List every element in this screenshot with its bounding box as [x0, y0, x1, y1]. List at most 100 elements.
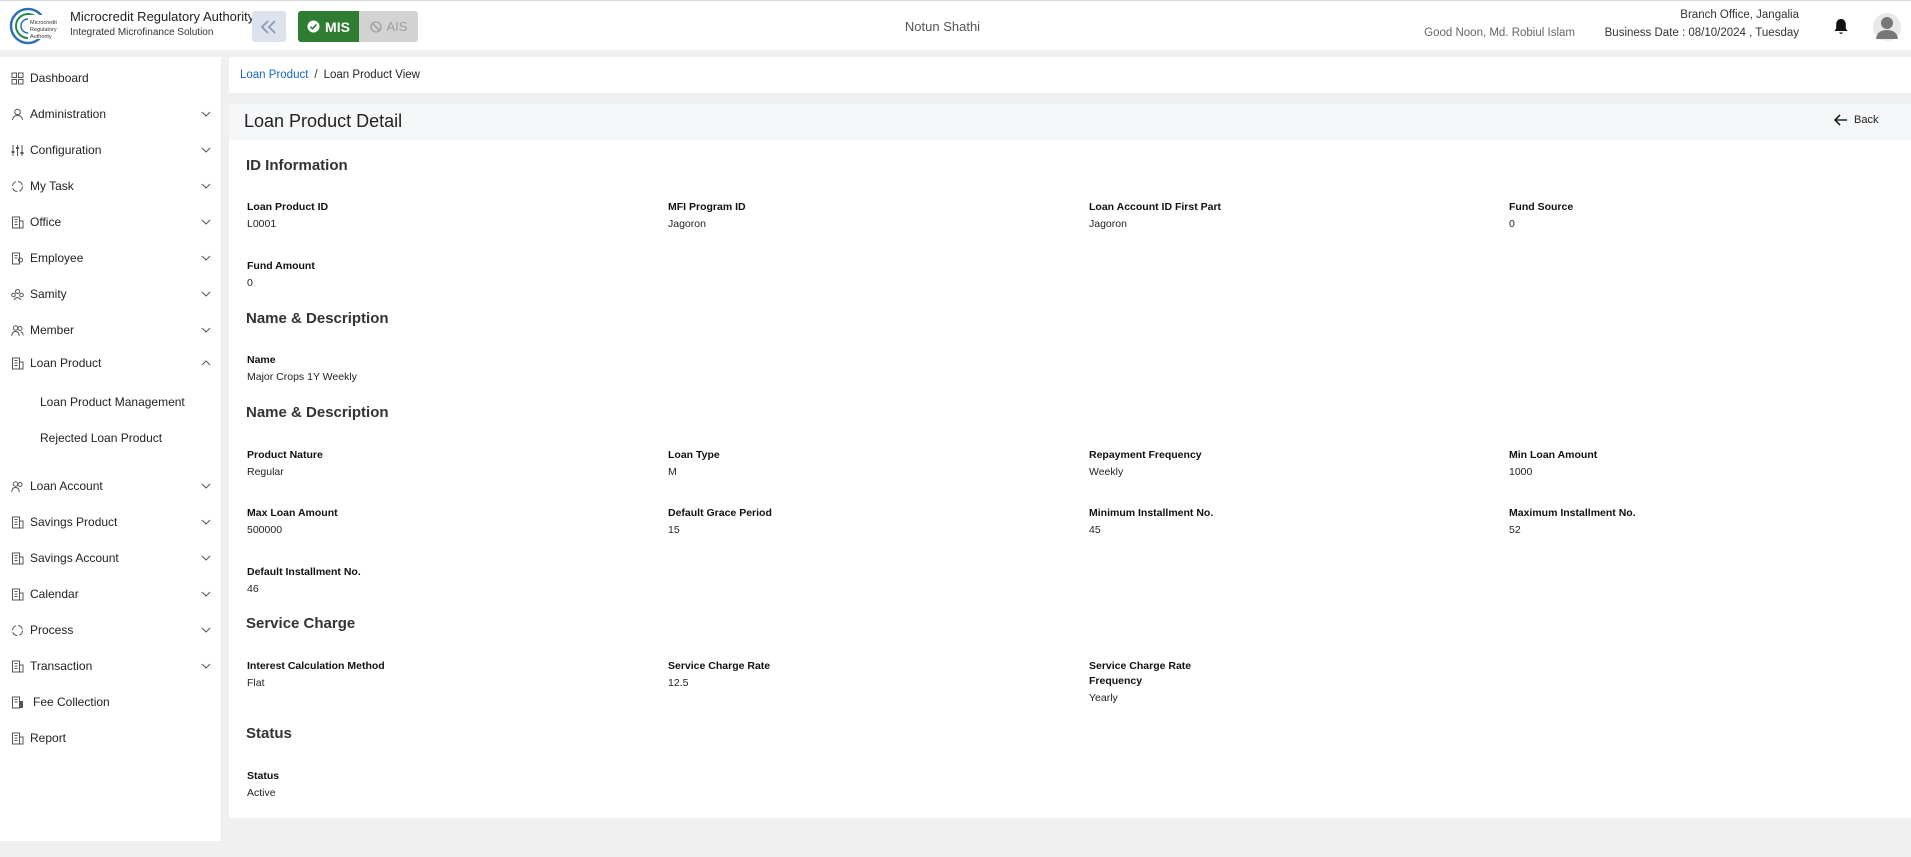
- transaction-icon: [12, 660, 24, 672]
- field-value: L0001: [247, 218, 277, 230]
- field-mfi-program-id: MFI Program ID Jagoron: [668, 200, 746, 231]
- chevron-up-icon: [201, 360, 211, 366]
- sidebar-item-my-task[interactable]: My Task: [0, 171, 221, 201]
- field-repayment-frequency: Repayment Frequency Weekly: [1089, 448, 1202, 479]
- field-loan-type: Loan Type M: [668, 448, 720, 479]
- sidebar-item-dashboard[interactable]: Dashboard: [0, 63, 221, 93]
- double-chevron-left-icon: [260, 19, 276, 34]
- svg-text:Regulatory: Regulatory: [30, 27, 57, 33]
- sidebar-item-employee[interactable]: Employee: [0, 243, 221, 273]
- branch-office: Branch Office, Jangalia: [1680, 9, 1799, 21]
- ais-mode-button[interactable]: AIS: [359, 11, 418, 42]
- business-date: Business Date : 08/10/2024 , Tuesday: [1604, 27, 1799, 39]
- field-loan-account-id-first-part: Loan Account ID First Part Jagoron: [1089, 200, 1221, 231]
- sidebar-item-administration[interactable]: Administration: [0, 99, 221, 129]
- sidebar-item-process[interactable]: Process: [0, 615, 221, 645]
- loan-product-icon: [12, 357, 24, 369]
- back-button[interactable]: Back: [1834, 114, 1878, 126]
- field-label: Max Loan Amount: [247, 507, 338, 519]
- bell-icon[interactable]: [1833, 18, 1849, 36]
- field-loan-product-id: Loan Product ID L0001: [247, 200, 328, 231]
- office-icon: [12, 216, 24, 228]
- field-fund-amount: Fund Amount 0: [247, 259, 315, 290]
- field-service-charge-rate-frequency: Service Charge Rate Frequency Yearly: [1089, 659, 1209, 705]
- field-value: 15: [668, 524, 680, 536]
- sidebar-item-calendar[interactable]: Calendar: [0, 579, 221, 609]
- sidebar-item-configuration[interactable]: Configuration: [0, 135, 221, 165]
- field-service-charge-rate: Service Charge Rate 12.5: [668, 659, 770, 690]
- chevron-down-icon: [201, 255, 211, 261]
- breadcrumb-separator: /: [314, 69, 318, 81]
- sidebar-item-label: Savings Product: [30, 515, 118, 529]
- field-value: 46: [247, 583, 259, 595]
- sidebar-item-member[interactable]: Member: [0, 315, 221, 345]
- sidebar-item-label: Dashboard: [30, 71, 89, 85]
- user-avatar-icon[interactable]: [1873, 13, 1901, 41]
- sidebar-subitem-rejected-loan-product[interactable]: Rejected Loan Product: [40, 426, 162, 450]
- field-value: Yearly: [1089, 692, 1118, 704]
- dashboard-icon: [11, 72, 24, 84]
- field-value: 0: [247, 277, 253, 289]
- section-title-name-description-2: Name & Description: [246, 404, 389, 421]
- field-interest-calculation-method: Interest Calculation Method Flat: [247, 659, 385, 690]
- sidebar-item-fee-collection[interactable]: Fee Collection: [0, 687, 221, 717]
- field-label: Interest Calculation Method: [247, 660, 385, 672]
- field-label: Min Loan Amount: [1509, 449, 1598, 461]
- fee-icon: [12, 696, 23, 708]
- process-icon: [12, 624, 23, 636]
- field-minimum-installment-no: Minimum Installment No. 45: [1089, 506, 1213, 537]
- field-value: 0: [1509, 218, 1515, 230]
- top-header: Microcredit Regulatory Authority Microcr…: [0, 0, 1911, 50]
- sidebar-item-label: Employee: [30, 251, 84, 265]
- admin-icon: [12, 108, 23, 120]
- chevron-down-icon: [201, 555, 211, 561]
- sidebar-item-loan-product[interactable]: Loan Product: [0, 348, 221, 378]
- field-label: Default Installment No.: [247, 566, 361, 578]
- sidebar-collapse-button[interactable]: [252, 11, 286, 42]
- sidebar-item-office[interactable]: Office: [0, 207, 221, 237]
- report-icon: [12, 732, 24, 744]
- sidebar-item-label: Process: [30, 623, 74, 637]
- chevron-down-icon: [201, 183, 211, 189]
- chevron-down-icon: [201, 483, 211, 489]
- sidebar-item-savings-account[interactable]: Savings Account: [0, 543, 221, 573]
- mode-toggle: MIS AIS: [298, 11, 418, 42]
- field-label: Product Nature: [247, 449, 323, 461]
- sidebar-item-report[interactable]: Report: [0, 723, 221, 753]
- sidebar-item-label: Report: [30, 731, 67, 745]
- field-value: Jagoron: [668, 218, 706, 230]
- sidebar-item-label: Configuration: [30, 143, 102, 157]
- calendar-icon: [12, 588, 24, 600]
- field-label: Fund Amount: [247, 260, 315, 272]
- section-title-id-information: ID Information: [246, 157, 348, 174]
- chevron-down-icon: [201, 327, 211, 333]
- field-label: Loan Account ID First Part: [1089, 201, 1222, 213]
- sidebar-item-savings-product[interactable]: Savings Product: [0, 507, 221, 537]
- breadcrumb-link-loan-product[interactable]: Loan Product: [240, 69, 308, 81]
- sidebar-item-loan-account[interactable]: Loan Account: [0, 471, 221, 501]
- field-label: Fund Source: [1509, 201, 1574, 213]
- field-label: Service Charge Rate Frequency: [1089, 660, 1192, 687]
- chevron-down-icon: [201, 519, 211, 525]
- ais-label: AIS: [386, 19, 408, 34]
- field-value: Major Crops 1Y Weekly: [247, 371, 357, 383]
- field-maximum-installment-no: Maximum Installment No. 52: [1509, 506, 1636, 537]
- sidebar-item-label: Member: [30, 323, 75, 337]
- sidebar-item-transaction[interactable]: Transaction: [0, 651, 221, 681]
- section-title-name-description: Name & Description: [246, 310, 389, 327]
- section-title-service-charge: Service Charge: [246, 615, 356, 632]
- breadcrumb: Loan Product / Loan Product View: [229, 57, 1911, 93]
- field-product-nature: Product Nature Regular: [247, 448, 323, 479]
- org-subtitle: Integrated Microfinance Solution: [70, 27, 214, 38]
- sidebar-subitem-loan-product-management[interactable]: Loan Product Management: [40, 390, 185, 414]
- field-default-grace-period: Default Grace Period 15: [668, 506, 772, 537]
- chevron-down-icon: [201, 663, 211, 669]
- chevron-down-icon: [201, 219, 211, 225]
- user-greeting: Good Noon, Md. Robiul Islam: [1424, 27, 1575, 39]
- sidebar-item-samity[interactable]: Samity: [0, 279, 221, 309]
- mis-mode-button[interactable]: MIS: [298, 11, 359, 42]
- mra-logo: Microcredit Regulatory Authority: [9, 7, 58, 45]
- sidebar-item-label: Fee Collection: [33, 695, 110, 709]
- chevron-down-icon: [201, 111, 211, 117]
- chevron-down-icon: [201, 591, 211, 597]
